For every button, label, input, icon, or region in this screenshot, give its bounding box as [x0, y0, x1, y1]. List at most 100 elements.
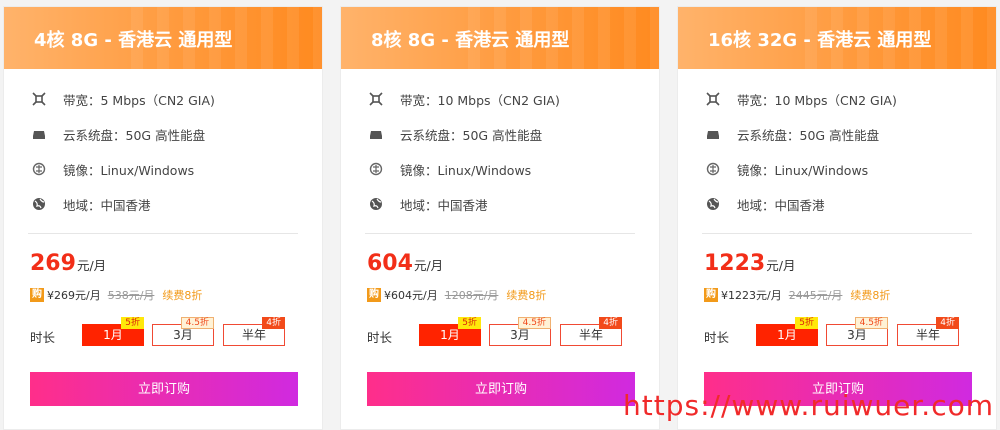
watermark-url: https://www.ruiwuer.com	[623, 389, 994, 422]
plan-card-2: 8核 8G - 香港云 通用型 带宽：10 Mbps（CN2 GIA) 云系统盘…	[340, 6, 660, 430]
plan-header: 8核 8G - 香港云 通用型	[341, 7, 659, 69]
spec-region-text: 地域：中国香港	[737, 197, 825, 213]
disk-icon	[369, 127, 383, 141]
spec-disk: 云系统盘：50G 高性能盘	[32, 124, 205, 144]
duration-half-year-button[interactable]: 4折 半年	[897, 317, 959, 346]
plan-header: 16核 32G - 香港云 通用型	[678, 7, 996, 69]
globe-icon	[706, 197, 720, 211]
plan-card-3: 16核 32G - 香港云 通用型 带宽：10 Mbps（CN2 GIA) 云系…	[677, 6, 997, 430]
original-price: 2445元/月	[788, 289, 843, 302]
spec-disk: 云系统盘：50G 高性能盘	[369, 124, 542, 144]
spec-bandwidth: 带宽：10 Mbps（CN2 GIA)	[706, 89, 897, 109]
spec-bandwidth: 带宽：10 Mbps（CN2 GIA)	[369, 89, 560, 109]
price: 604 元/月	[367, 251, 443, 276]
spec-image-text: 镜像：Linux/Windows	[737, 162, 869, 178]
original-price: 538元/月	[107, 289, 155, 302]
price-detail: 购 ¥604元/月 1208元/月 续费8折	[367, 287, 546, 303]
divider	[702, 233, 972, 234]
duration-label-text: 1月	[103, 328, 123, 342]
promo-badge: 购	[30, 288, 44, 302]
price: 269 元/月	[30, 251, 106, 276]
duration-label-text: 3月	[510, 328, 530, 342]
duration-label-text: 半年	[915, 328, 940, 342]
duration-label-text: 3月	[173, 328, 193, 342]
renew-discount: 续费8折	[850, 289, 891, 302]
discount-tag: 5折	[121, 317, 144, 329]
duration-label-text: 1月	[777, 328, 797, 342]
duration-1-month-button[interactable]: 5折 1月	[756, 317, 818, 346]
spec-bandwidth-text: 带宽：10 Mbps（CN2 GIA)	[400, 92, 560, 108]
price-amount: 269	[30, 251, 76, 276]
duration-label: 时长	[704, 330, 730, 345]
price-unit: 元/月	[766, 258, 796, 273]
plan-card-1: 4核 8G - 香港云 通用型 带宽：5 Mbps（CN2 GIA) 云系统盘：…	[3, 6, 323, 430]
duration-half-year-button[interactable]: 4折 半年	[560, 317, 622, 346]
price-detail: 购 ¥1223元/月 2445元/月 续费8折	[704, 287, 890, 303]
price-amount: 1223	[704, 251, 766, 276]
divider	[28, 233, 298, 234]
spec-disk-text: 云系统盘：50G 高性能盘	[63, 127, 206, 143]
spec-disk-text: 云系统盘：50G 高性能盘	[400, 127, 543, 143]
disk-icon	[706, 127, 720, 141]
duration-label-text: 3月	[847, 328, 867, 342]
plan-title: 4核 8G - 香港云 通用型	[34, 30, 233, 51]
discount-tag: 4折	[936, 317, 959, 329]
spec-region: 地域：中国香港	[32, 194, 151, 214]
spec-image: 镜像：Linux/Windows	[369, 159, 531, 179]
bandwidth-icon	[706, 92, 720, 106]
sub-price: ¥1223元/月	[721, 289, 782, 302]
renew-discount: 续费8折	[506, 289, 547, 302]
promo-badge: 购	[367, 288, 381, 302]
duration-1-month-button[interactable]: 5折 1月	[82, 317, 144, 346]
duration-1-month-button[interactable]: 5折 1月	[419, 317, 481, 346]
price: 1223 元/月	[704, 251, 795, 276]
sub-price: ¥269元/月	[47, 289, 101, 302]
discount-tag: 4.5折	[517, 317, 551, 329]
discount-tag: 4.5折	[180, 317, 214, 329]
globe-icon	[32, 197, 46, 211]
discount-tag: 4折	[599, 317, 622, 329]
duration-3-month-button[interactable]: 4.5折 3月	[826, 317, 888, 346]
price-unit: 元/月	[76, 258, 107, 273]
plan-title: 8核 8G - 香港云 通用型	[371, 30, 570, 51]
spec-image-text: 镜像：Linux/Windows	[400, 162, 532, 178]
spec-disk-text: 云系统盘：50G 高性能盘	[737, 127, 880, 143]
spec-bandwidth-text: 带宽：10 Mbps（CN2 GIA)	[737, 92, 897, 108]
duration-label-text: 半年	[578, 328, 603, 342]
bandwidth-icon	[369, 92, 383, 106]
image-icon	[369, 162, 383, 176]
spec-bandwidth-text: 带宽：5 Mbps（CN2 GIA)	[63, 92, 215, 108]
spec-image-text: 镜像：Linux/Windows	[63, 162, 195, 178]
spec-region: 地域：中国香港	[369, 194, 488, 214]
duration-label: 时长	[367, 330, 393, 345]
discount-tag: 5折	[795, 317, 818, 329]
duration-half-year-button[interactable]: 4折 半年	[223, 317, 285, 346]
spec-region-text: 地域：中国香港	[63, 197, 151, 213]
plan-title: 16核 32G - 香港云 通用型	[708, 30, 932, 51]
original-price: 1208元/月	[444, 289, 499, 302]
duration-3-month-button[interactable]: 4.5折 3月	[489, 317, 551, 346]
price-detail: 购 ¥269元/月 538元/月 续费8折	[30, 287, 202, 303]
discount-tag: 5折	[458, 317, 481, 329]
renew-discount: 续费8折	[162, 289, 203, 302]
promo-badge: 购	[704, 288, 718, 302]
spec-image: 镜像：Linux/Windows	[706, 159, 868, 179]
plan-header: 4核 8G - 香港云 通用型	[4, 7, 322, 69]
duration-label-text: 半年	[241, 328, 266, 342]
buy-now-button[interactable]: 立即订购	[30, 372, 298, 406]
sub-price: ¥604元/月	[384, 289, 438, 302]
duration-label-text: 1月	[440, 328, 460, 342]
duration-3-month-button[interactable]: 4.5折 3月	[152, 317, 214, 346]
price-unit: 元/月	[413, 258, 444, 273]
discount-tag: 4折	[262, 317, 285, 329]
spec-disk: 云系统盘：50G 高性能盘	[706, 124, 879, 144]
price-amount: 604	[367, 251, 413, 276]
globe-icon	[369, 197, 383, 211]
discount-tag: 4.5折	[854, 317, 888, 329]
spec-bandwidth: 带宽：5 Mbps（CN2 GIA)	[32, 89, 215, 109]
disk-icon	[32, 127, 46, 141]
buy-now-button[interactable]: 立即订购	[367, 372, 635, 406]
image-icon	[706, 162, 720, 176]
divider	[365, 233, 635, 234]
spec-image: 镜像：Linux/Windows	[32, 159, 194, 179]
